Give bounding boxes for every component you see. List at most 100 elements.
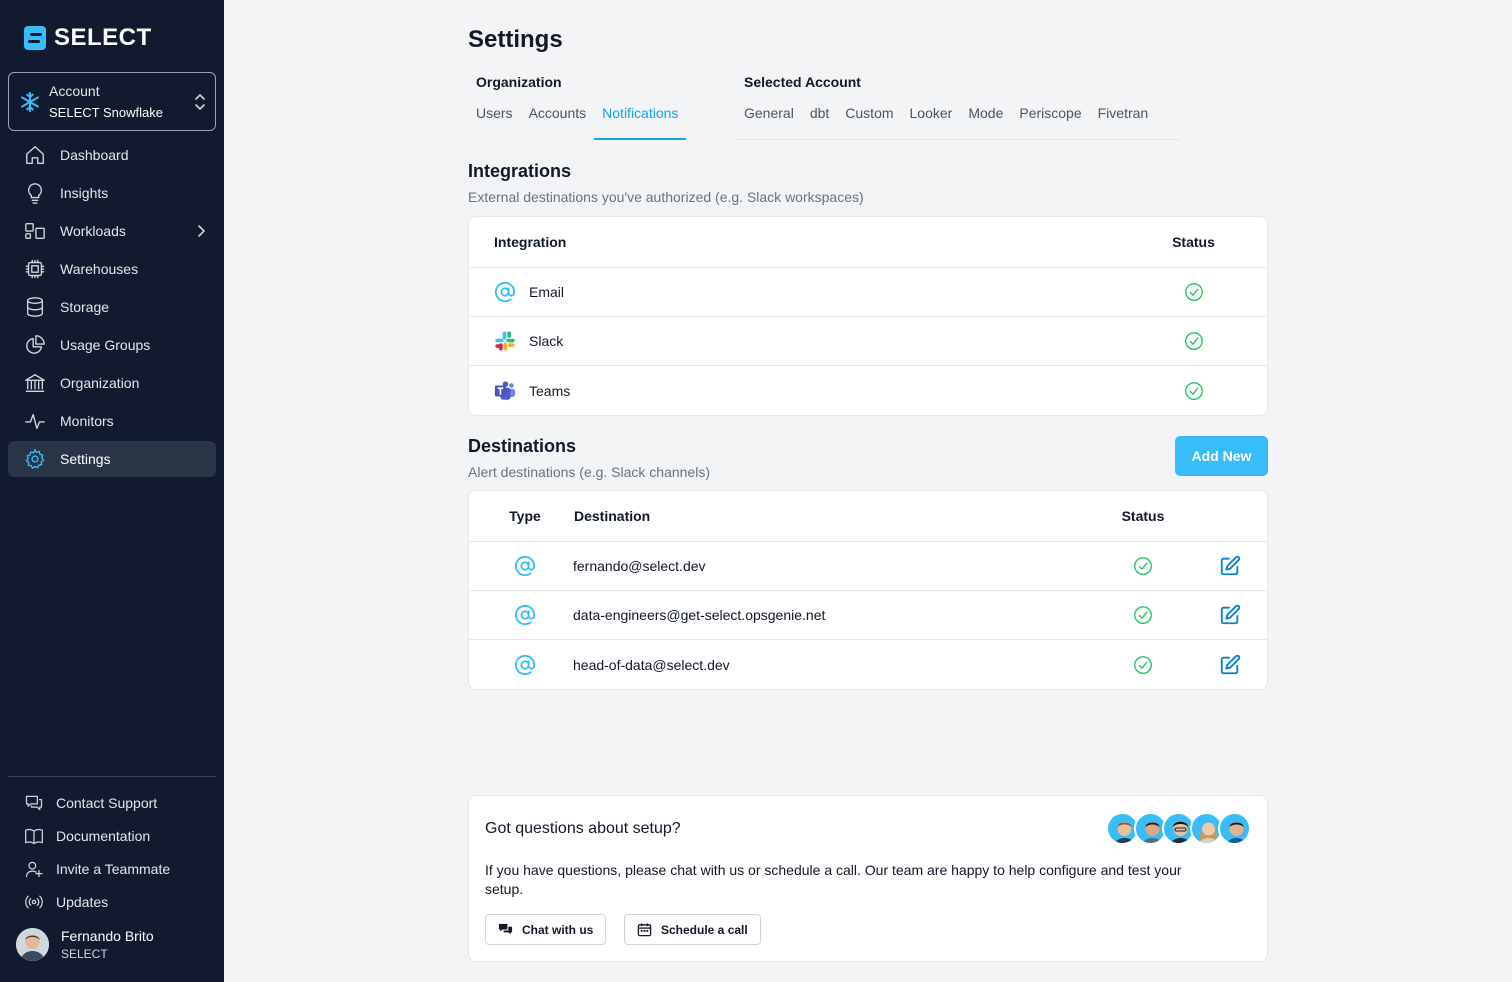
edit-icon[interactable] (1219, 654, 1241, 676)
calendar-icon (637, 923, 652, 937)
nav-item-monitors[interactable]: Monitors (8, 403, 216, 439)
setup-help-card: Got questions about setup? If you have q… (468, 795, 1268, 962)
nav-label: Organization (60, 375, 140, 391)
schedule-button-label: Schedule a call (661, 922, 748, 937)
integration-name: Email (529, 284, 565, 300)
nav-label: Monitors (60, 413, 114, 429)
destination-address: fernando@select.dev (573, 558, 706, 574)
table-row[interactable]: Slack (469, 317, 1267, 366)
invite-teammate-link[interactable]: Invite a Teammate (8, 852, 216, 885)
check-circle-icon (1134, 557, 1152, 575)
tab-dbt[interactable]: dbt (802, 102, 837, 140)
tab-custom[interactable]: Custom (837, 102, 901, 140)
integrations-title: Integrations (468, 161, 572, 181)
slack-icon (495, 331, 515, 351)
integration-name: Teams (529, 382, 571, 399)
brand-logo[interactable]: SELECT (24, 24, 152, 52)
account-label: Account (49, 83, 100, 99)
pie-icon (26, 335, 45, 354)
broadcast-icon (25, 895, 43, 908)
chevron-up-down-icon (195, 93, 205, 110)
check-circle-icon (1134, 655, 1152, 674)
sidebar: SELECT Account SELECT Snowflake Dashboar… (0, 0, 224, 982)
nav-item-warehouses[interactable]: Warehouses (8, 251, 216, 287)
book-icon (25, 828, 43, 844)
updates-link[interactable]: Updates (8, 885, 216, 918)
chip-icon (25, 259, 45, 279)
tab-periscope[interactable]: Periscope (1011, 102, 1089, 140)
at-icon (514, 604, 536, 626)
nav-item-usage-groups[interactable]: Usage Groups (8, 327, 216, 363)
home-icon (26, 146, 44, 164)
nav-item-settings[interactable]: Settings (8, 441, 216, 477)
updates-label: Updates (56, 893, 109, 910)
table-header: Type Destination Status (469, 491, 1267, 542)
organization-tabs: Users Accounts Notifications (468, 102, 687, 140)
gear-icon (25, 448, 45, 470)
table-row: head-of-data@select.dev (469, 640, 1267, 689)
destination-address: head-of-data@select.dev (573, 656, 730, 673)
brand-name: SELECT (54, 24, 152, 51)
at-icon (514, 555, 536, 577)
nav-item-workloads[interactable]: Workloads (8, 213, 216, 249)
snowflake-icon (21, 91, 39, 112)
org-tabs-underline (468, 139, 703, 140)
invite-teammate-label: Invite a Teammate (56, 860, 171, 877)
nav-item-storage[interactable]: Storage (8, 289, 216, 325)
tab-notifications[interactable]: Notifications (594, 102, 687, 140)
edit-icon[interactable] (1219, 604, 1241, 626)
integrations-table: Integration Status Email Slack Teams (468, 216, 1268, 416)
table-row[interactable]: Email (469, 268, 1267, 317)
teams-icon (494, 380, 516, 400)
chat-icon (25, 795, 43, 810)
chat-bubbles-icon (498, 923, 513, 935)
avatar (1218, 812, 1251, 845)
help-title: Got questions about setup? (485, 820, 681, 837)
account-switcher[interactable]: Account SELECT Snowflake (8, 72, 216, 131)
tab-fivetran[interactable]: Fivetran (1090, 102, 1157, 140)
at-icon (514, 654, 536, 675)
secondary-nav: Contact Support Documentation Invite a T… (8, 786, 216, 918)
bank-icon (25, 374, 45, 392)
help-text: If you have questions, please chat with … (485, 862, 1182, 897)
edit-icon[interactable] (1219, 555, 1241, 577)
check-circle-icon (1184, 332, 1203, 350)
tab-accounts[interactable]: Accounts (521, 102, 595, 140)
chevron-right-icon (198, 225, 206, 237)
nav-item-insights[interactable]: Insights (8, 175, 216, 211)
tab-looker[interactable]: Looker (902, 102, 961, 140)
contact-support-link[interactable]: Contact Support (8, 786, 216, 819)
documentation-link[interactable]: Documentation (8, 819, 216, 852)
tab-general[interactable]: General (736, 102, 802, 140)
destination-address: data-engineers@get-select.opsgenie.net (573, 607, 826, 623)
col-type: Type (509, 508, 541, 524)
nav-label: Usage Groups (60, 337, 151, 353)
select-logo-icon (24, 26, 46, 50)
chat-with-us-button[interactable]: Chat with us (485, 914, 607, 945)
pulse-icon (25, 413, 45, 430)
database-icon (26, 297, 44, 317)
workloads-icon (25, 222, 45, 240)
col-destination: Destination (574, 508, 651, 524)
col-status: Status (1172, 234, 1215, 250)
nav-item-organization[interactable]: Organization (8, 365, 216, 401)
add-new-button[interactable]: Add New (1175, 436, 1268, 476)
chat-button-label: Chat with us (522, 922, 594, 937)
nav-item-dashboard[interactable]: Dashboard (8, 137, 216, 173)
user-profile[interactable]: Fernando Brito SELECT (16, 928, 154, 961)
schedule-call-button[interactable]: Schedule a call (624, 914, 761, 945)
nav-label: Storage (60, 299, 110, 315)
destinations-subtitle: Alert destinations (e.g. Slack channels) (468, 464, 711, 480)
nav-label: Insights (60, 185, 109, 201)
selected-account-tabs: General dbt Custom Looker Mode Periscope… (736, 102, 1156, 140)
tab-users[interactable]: Users (468, 102, 521, 140)
tab-mode[interactable]: Mode (960, 102, 1011, 140)
nav-label: Dashboard (60, 147, 129, 163)
table-row[interactable]: Teams (469, 366, 1267, 415)
user-name: Fernando Brito (61, 928, 154, 944)
table-row: fernando@select.dev (469, 542, 1267, 591)
contact-support-label: Contact Support (56, 794, 158, 811)
selected-account-tabs-label: Selected Account (744, 74, 861, 90)
check-circle-icon (1184, 381, 1203, 400)
page-title: Settings (468, 26, 563, 53)
